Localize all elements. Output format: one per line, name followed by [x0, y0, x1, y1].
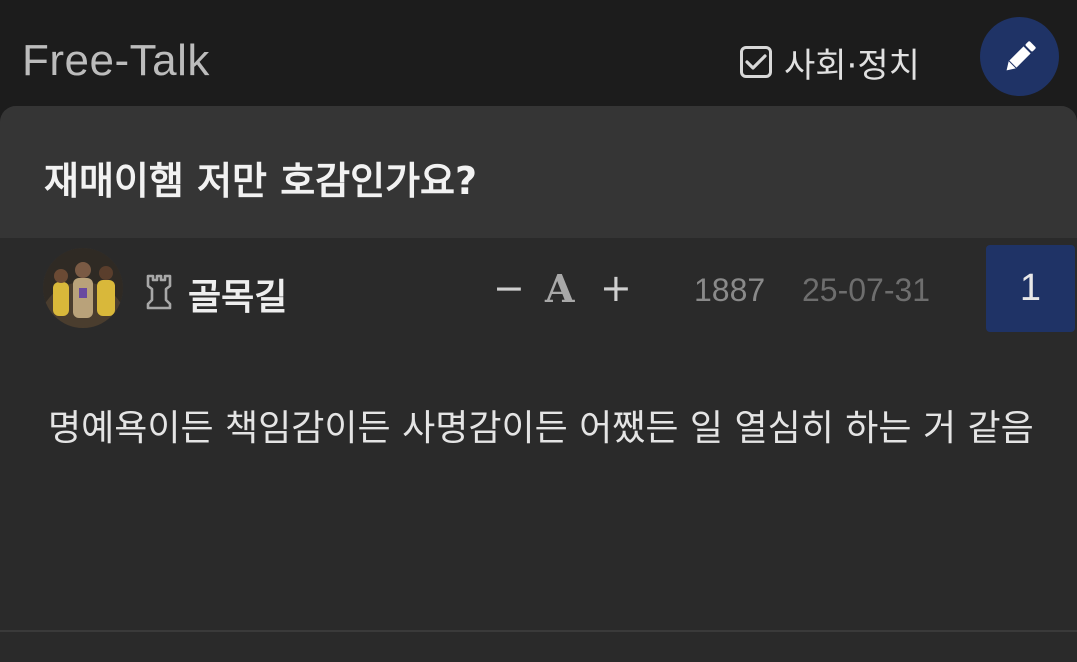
font-decrease-button[interactable]: −	[493, 266, 525, 310]
pencil-icon	[1006, 40, 1036, 70]
category-label: 사회·정치	[784, 45, 920, 86]
post-card: 재매이햄 저만 호감인가요? 골목길 − A + 1887 25-07-31 1…	[0, 106, 1077, 662]
post-title: 재매이햄 저만 호감인가요?	[44, 159, 478, 203]
write-post-button[interactable]	[980, 17, 1059, 96]
checkbox-checked-icon[interactable]	[740, 46, 772, 78]
post-body: 명예욕이든 책임감이든 사명감이든 어쨌든 일 열심히 하는 거 같음	[48, 408, 1034, 449]
post-date: 25-07-31	[802, 272, 931, 308]
page: Free-Talk 사회·정치 재매이햄 저만 호감인가요? 골목길 − A +…	[0, 0, 1077, 662]
post-meta: 골목길 − A + 1887 25-07-31 1	[0, 238, 1077, 338]
author-name[interactable]: 골목길	[188, 268, 287, 320]
font-increase-button[interactable]: +	[600, 266, 632, 310]
view-count: 1887	[694, 272, 766, 308]
author-avatar[interactable]	[43, 248, 123, 328]
comment-count-button[interactable]: 1	[986, 245, 1075, 332]
font-size-icon: A	[545, 266, 575, 311]
board-title: Free-Talk	[22, 36, 210, 85]
divider	[0, 630, 1077, 632]
category-filter-toggle[interactable]: 사회·정치	[740, 42, 920, 86]
header: Free-Talk 사회·정치	[0, 0, 1077, 120]
post-title-bar: 재매이햄 저만 호감인가요?	[0, 106, 1077, 238]
rook-icon	[146, 274, 172, 310]
